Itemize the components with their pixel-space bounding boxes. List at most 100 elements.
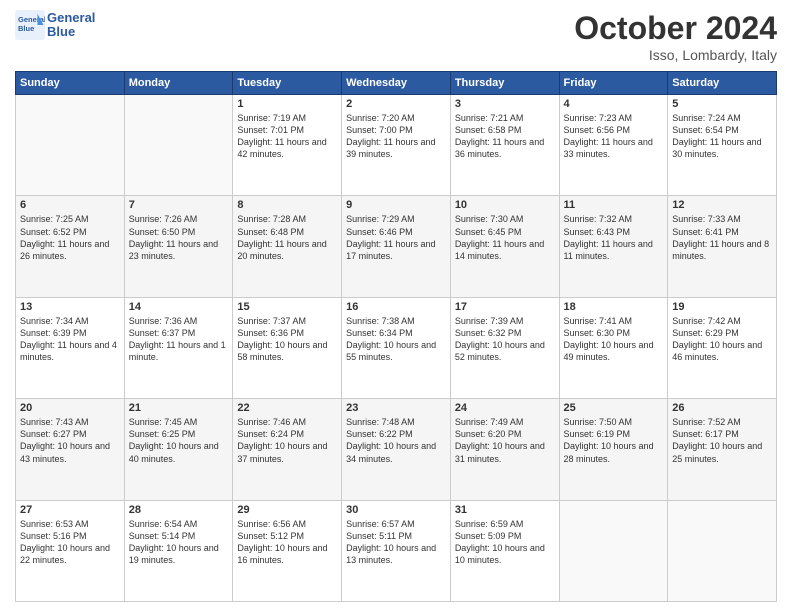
calendar-cell: 27 Sunrise: 6:53 AMSunset: 5:16 PMDayligh…: [16, 500, 125, 601]
day-number: 24: [455, 402, 555, 414]
day-number: 27: [20, 504, 120, 516]
calendar-cell: [559, 500, 668, 601]
day-number: 10: [455, 199, 555, 211]
cell-info: Sunrise: 7:43 AMSunset: 6:27 PMDaylight:…: [20, 416, 120, 465]
day-number: 21: [129, 402, 229, 414]
title-block: October 2024 Isso, Lombardy, Italy: [574, 10, 777, 63]
calendar-cell: 14 Sunrise: 7:36 AMSunset: 6:37 PMDayligh…: [124, 297, 233, 398]
logo-text-line1: General: [47, 11, 95, 25]
day-number: 30: [346, 504, 446, 516]
cell-info: Sunrise: 7:52 AMSunset: 6:17 PMDaylight:…: [672, 416, 772, 465]
cell-info: Sunrise: 6:59 AMSunset: 5:09 PMDaylight:…: [455, 518, 555, 567]
cell-info: Sunrise: 7:38 AMSunset: 6:34 PMDaylight:…: [346, 315, 446, 364]
day-number: 12: [672, 199, 772, 211]
day-number: 19: [672, 301, 772, 313]
svg-text:Blue: Blue: [18, 24, 34, 33]
cell-info: Sunrise: 7:49 AMSunset: 6:20 PMDaylight:…: [455, 416, 555, 465]
day-number: 6: [20, 199, 120, 211]
cell-info: Sunrise: 7:28 AMSunset: 6:48 PMDaylight:…: [237, 213, 337, 262]
day-number: 2: [346, 98, 446, 110]
day-number: 8: [237, 199, 337, 211]
location: Isso, Lombardy, Italy: [574, 47, 777, 63]
calendar-cell: 15Sunrise: 7:37 AMSunset: 6:36 PMDayligh…: [233, 297, 342, 398]
calendar-week-row: 27 Sunrise: 6:53 AMSunset: 5:16 PMDayligh…: [16, 500, 777, 601]
day-number: 15: [237, 301, 337, 313]
cell-info: Sunrise: 6:56 AMSunset: 5:12 PMDaylight:…: [237, 518, 337, 567]
cell-info: Sunrise: 7:19 AMSunset: 7:01 PMDaylight:…: [237, 112, 337, 161]
day-number: 17: [455, 301, 555, 313]
cell-info: Sunrise: 7:45 AMSunset: 6:25 PMDaylight:…: [129, 416, 229, 465]
col-header-sunday: Sunday: [16, 72, 125, 95]
col-header-friday: Friday: [559, 72, 668, 95]
calendar-cell: 20 Sunrise: 7:43 AMSunset: 6:27 PMDayligh…: [16, 399, 125, 500]
day-number: 4: [564, 98, 664, 110]
cell-info: Sunrise: 6:57 AMSunset: 5:11 PMDaylight:…: [346, 518, 446, 567]
calendar-cell: 7Sunrise: 7:26 AMSunset: 6:50 PMDaylight…: [124, 196, 233, 297]
calendar-cell: 31Sunrise: 6:59 AMSunset: 5:09 PMDayligh…: [450, 500, 559, 601]
cell-info: Sunrise: 7:34 AMSunset: 6:39 PMDaylight:…: [20, 315, 120, 364]
cell-info: Sunrise: 7:29 AMSunset: 6:46 PMDaylight:…: [346, 213, 446, 262]
calendar-cell: 11Sunrise: 7:32 AMSunset: 6:43 PMDayligh…: [559, 196, 668, 297]
col-header-tuesday: Tuesday: [233, 72, 342, 95]
calendar-cell: [16, 95, 125, 196]
calendar-cell: 25Sunrise: 7:50 AMSunset: 6:19 PMDayligh…: [559, 399, 668, 500]
calendar-cell: 23Sunrise: 7:48 AMSunset: 6:22 PMDayligh…: [342, 399, 451, 500]
calendar-cell: 18 Sunrise: 7:41 AMSunset: 6:30 PMDayligh…: [559, 297, 668, 398]
calendar-cell: 22Sunrise: 7:46 AMSunset: 6:24 PMDayligh…: [233, 399, 342, 500]
calendar-cell: 16Sunrise: 7:38 AMSunset: 6:34 PMDayligh…: [342, 297, 451, 398]
calendar-cell: 6Sunrise: 7:25 AMSunset: 6:52 PMDaylight…: [16, 196, 125, 297]
calendar-cell: 29 Sunrise: 6:56 AMSunset: 5:12 PMDayligh…: [233, 500, 342, 601]
cell-info: Sunrise: 7:39 AMSunset: 6:32 PMDaylight:…: [455, 315, 555, 364]
calendar-cell: 8 Sunrise: 7:28 AMSunset: 6:48 PMDaylight…: [233, 196, 342, 297]
calendar-cell: 9Sunrise: 7:29 AMSunset: 6:46 PMDaylight…: [342, 196, 451, 297]
col-header-saturday: Saturday: [668, 72, 777, 95]
cell-info: Sunrise: 6:54 AMSunset: 5:14 PMDaylight:…: [129, 518, 229, 567]
calendar-cell: 10 Sunrise: 7:30 AMSunset: 6:45 PMDayligh…: [450, 196, 559, 297]
day-number: 13: [20, 301, 120, 313]
cell-info: Sunrise: 7:23 AMSunset: 6:56 PMDaylight:…: [564, 112, 664, 161]
calendar-week-row: 6Sunrise: 7:25 AMSunset: 6:52 PMDaylight…: [16, 196, 777, 297]
day-number: 20: [20, 402, 120, 414]
cell-info: Sunrise: 6:53 AMSunset: 5:16 PMDaylight:…: [20, 518, 120, 567]
calendar-cell: 17 Sunrise: 7:39 AMSunset: 6:32 PMDayligh…: [450, 297, 559, 398]
calendar-cell: 13 Sunrise: 7:34 AMSunset: 6:39 PMDayligh…: [16, 297, 125, 398]
calendar-cell: 2 Sunrise: 7:20 AMSunset: 7:00 PMDaylight…: [342, 95, 451, 196]
calendar-cell: [124, 95, 233, 196]
calendar-cell: 28 Sunrise: 6:54 AMSunset: 5:14 PMDayligh…: [124, 500, 233, 601]
calendar-cell: 4 Sunrise: 7:23 AMSunset: 6:56 PMDaylight…: [559, 95, 668, 196]
cell-info: Sunrise: 7:30 AMSunset: 6:45 PMDaylight:…: [455, 213, 555, 262]
calendar-week-row: 1 Sunrise: 7:19 AMSunset: 7:01 PMDaylight…: [16, 95, 777, 196]
cell-info: Sunrise: 7:33 AMSunset: 6:41 PMDaylight:…: [672, 213, 772, 262]
cell-info: Sunrise: 7:21 AMSunset: 6:58 PMDaylight:…: [455, 112, 555, 161]
day-number: 23: [346, 402, 446, 414]
calendar-cell: 21 Sunrise: 7:45 AMSunset: 6:25 PMDayligh…: [124, 399, 233, 500]
day-number: 28: [129, 504, 229, 516]
calendar-cell: 3 Sunrise: 7:21 AMSunset: 6:58 PMDaylight…: [450, 95, 559, 196]
cell-info: Sunrise: 7:24 AMSunset: 6:54 PMDaylight:…: [672, 112, 772, 161]
header-row: SundayMondayTuesdayWednesdayThursdayFrid…: [16, 72, 777, 95]
day-number: 14: [129, 301, 229, 313]
day-number: 29: [237, 504, 337, 516]
calendar-cell: [668, 500, 777, 601]
cell-info: Sunrise: 7:42 AMSunset: 6:29 PMDaylight:…: [672, 315, 772, 364]
logo: General Blue General Blue: [15, 10, 95, 40]
day-number: 26: [672, 402, 772, 414]
page: General Blue General Blue October 2024 I…: [0, 0, 792, 612]
day-number: 5: [672, 98, 772, 110]
cell-info: Sunrise: 7:50 AMSunset: 6:19 PMDaylight:…: [564, 416, 664, 465]
cell-info: Sunrise: 7:46 AMSunset: 6:24 PMDaylight:…: [237, 416, 337, 465]
calendar-cell: 5 Sunrise: 7:24 AMSunset: 6:54 PMDaylight…: [668, 95, 777, 196]
cell-info: Sunrise: 7:26 AMSunset: 6:50 PMDaylight:…: [129, 213, 229, 262]
calendar-cell: 26 Sunrise: 7:52 AMSunset: 6:17 PMDayligh…: [668, 399, 777, 500]
day-number: 3: [455, 98, 555, 110]
logo-text-line2: Blue: [47, 25, 95, 39]
calendar-table: SundayMondayTuesdayWednesdayThursdayFrid…: [15, 71, 777, 602]
cell-info: Sunrise: 7:36 AMSunset: 6:37 PMDaylight:…: [129, 315, 229, 364]
cell-info: Sunrise: 7:41 AMSunset: 6:30 PMDaylight:…: [564, 315, 664, 364]
day-number: 18: [564, 301, 664, 313]
col-header-monday: Monday: [124, 72, 233, 95]
calendar-cell: 19 Sunrise: 7:42 AMSunset: 6:29 PMDayligh…: [668, 297, 777, 398]
calendar-cell: 12 Sunrise: 7:33 AMSunset: 6:41 PMDayligh…: [668, 196, 777, 297]
day-number: 1: [237, 98, 337, 110]
cell-info: Sunrise: 7:20 AMSunset: 7:00 PMDaylight:…: [346, 112, 446, 161]
